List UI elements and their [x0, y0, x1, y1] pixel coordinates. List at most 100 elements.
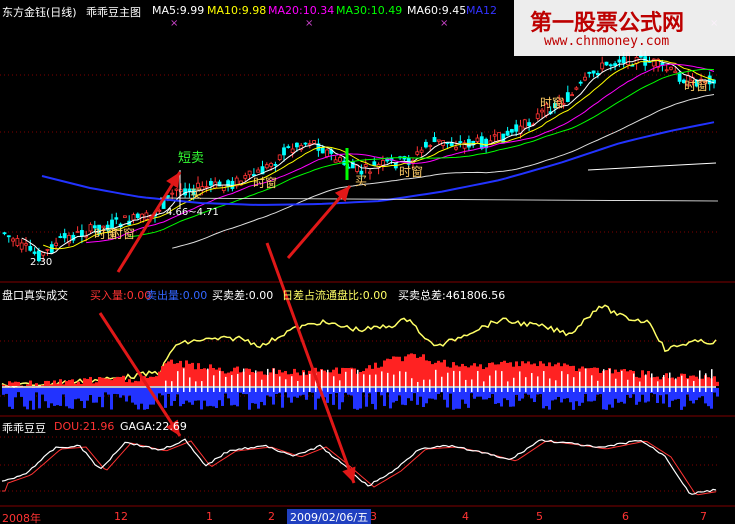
sell-volume-bar: [521, 388, 524, 399]
volume-diff-tick: [429, 379, 431, 392]
sell-volume-bar: [551, 388, 554, 401]
ma60-label: MA60:9.45: [407, 4, 467, 17]
xaxis-label-5: 5: [536, 510, 543, 523]
sell-volume-bar: [473, 388, 476, 399]
buy-volume-bar: [593, 367, 596, 386]
sell-volume-bar: [533, 388, 536, 403]
buy-label-1: 买: [190, 187, 202, 201]
buy-volume-bar: [281, 372, 284, 386]
buy-volume-bar: [365, 368, 368, 386]
sell-volume-bar: [635, 388, 638, 405]
sell-volume-bar: [701, 388, 704, 397]
candle-body: [432, 137, 437, 143]
sell-volume-bar: [443, 388, 446, 400]
volume-diff-tick: [585, 368, 587, 392]
sell-volume-bar: [713, 388, 716, 393]
xaxis-label-12: 12: [114, 510, 128, 523]
buy-volume-bar: [689, 375, 692, 386]
buy-volume-bar: [653, 377, 656, 386]
sell-volume-bar: [293, 388, 296, 397]
xaxis-label-2: 2: [268, 510, 275, 523]
volume-diff-tick: [285, 379, 287, 392]
sell-volume-bar: [716, 388, 719, 397]
volume-diff-tick: [405, 371, 407, 392]
sell-volume-bar: [56, 388, 59, 406]
candle-body: [540, 109, 544, 113]
sell-volume-bar: [647, 388, 650, 402]
buy-volume-bar: [449, 367, 452, 386]
buy-volume-bar: [695, 376, 698, 386]
candle-body: [355, 164, 360, 172]
buy-volume-bar: [461, 363, 464, 386]
candle-body: [509, 129, 514, 133]
buy-volume-bar: [491, 362, 494, 386]
candle-body: [170, 192, 175, 195]
candle-body: [290, 148, 295, 154]
sell-volume-bar: [389, 388, 392, 409]
ma12-label: MA12: [466, 4, 498, 17]
panel2-title: 盘口真实成交: [2, 289, 68, 302]
candle-body: [19, 242, 24, 250]
buy-volume-bar: [383, 360, 386, 386]
sell-volume-bar: [641, 388, 644, 395]
buy-volume-bar: [245, 368, 248, 386]
sell-volume-bar: [71, 388, 74, 409]
sell-volume-bar: [86, 388, 89, 401]
volume-diff-tick: [447, 372, 449, 392]
candle-body: [273, 164, 278, 166]
buy-volume-bar: [527, 361, 530, 386]
candle-body: [114, 217, 119, 220]
candle-body: [11, 238, 16, 242]
chart-window: ××××××短卖4.66~4.712.30买买时窗时窗时窗时窗时窗时窗 东方金钰…: [0, 0, 735, 524]
buy-volume-bar: [89, 376, 92, 386]
sell-volume-bar: [179, 388, 182, 407]
sell-volume-bar: [491, 388, 494, 395]
sell-volume-bar: [209, 388, 212, 406]
sell-volume-bar: [74, 388, 77, 400]
sell-volume-bar: [377, 388, 380, 393]
candle-body: [600, 62, 605, 70]
candle-body: [24, 243, 28, 246]
candle-body: [621, 56, 626, 64]
short-sell-label: 短卖: [178, 151, 204, 166]
buy-volume-bar: [581, 366, 584, 386]
buy-volume-bar: [437, 360, 440, 386]
buy-volume-bar: [299, 375, 302, 386]
candle-body: [574, 87, 579, 90]
volume-diff-tick: [681, 375, 683, 392]
buy-volume-bar: [503, 360, 506, 386]
buy-volume-bar: [455, 365, 458, 386]
volume-diff-tick: [381, 371, 383, 392]
candle-body: [522, 119, 527, 129]
volume-diff-tick: [345, 371, 347, 392]
candle-body: [277, 154, 282, 161]
candle-body: [570, 94, 574, 97]
buy-volume-bar: [377, 367, 380, 386]
buy-volume-bar: [179, 360, 182, 386]
candle-body: [608, 64, 613, 67]
sell-volume-bar: [341, 388, 344, 403]
buy-volume-bar: [716, 381, 719, 386]
buy-volume-bar: [497, 364, 500, 386]
buy-volume-bar: [665, 373, 668, 386]
candle-body: [475, 137, 480, 142]
sell-volume-bar: [83, 388, 86, 409]
volume-diff-tick: [663, 375, 665, 392]
sell-volume-bar: [515, 388, 518, 395]
stock-chart-svg[interactable]: ××××××短卖4.66~4.712.30买买时窗时窗时窗时窗时窗时窗: [0, 0, 735, 524]
candle-body: [54, 242, 58, 246]
buy-volume-bar: [11, 382, 14, 386]
buy-volume-bar: [413, 354, 416, 386]
sell-volume-bar: [137, 388, 140, 410]
sell-volume-bar: [605, 388, 608, 410]
candle-body: [282, 147, 286, 156]
ma30-label: MA30:10.49: [336, 4, 403, 17]
buy-volume-bar: [134, 380, 137, 386]
buy-volume-bar: [509, 362, 512, 386]
buy-volume-bar: [467, 367, 470, 386]
buy-volume-bar: [86, 378, 89, 386]
candle-body: [28, 246, 33, 251]
candle-body: [673, 70, 678, 74]
volume-diff-tick: [423, 379, 425, 392]
sell-volume-bar: [281, 388, 284, 408]
